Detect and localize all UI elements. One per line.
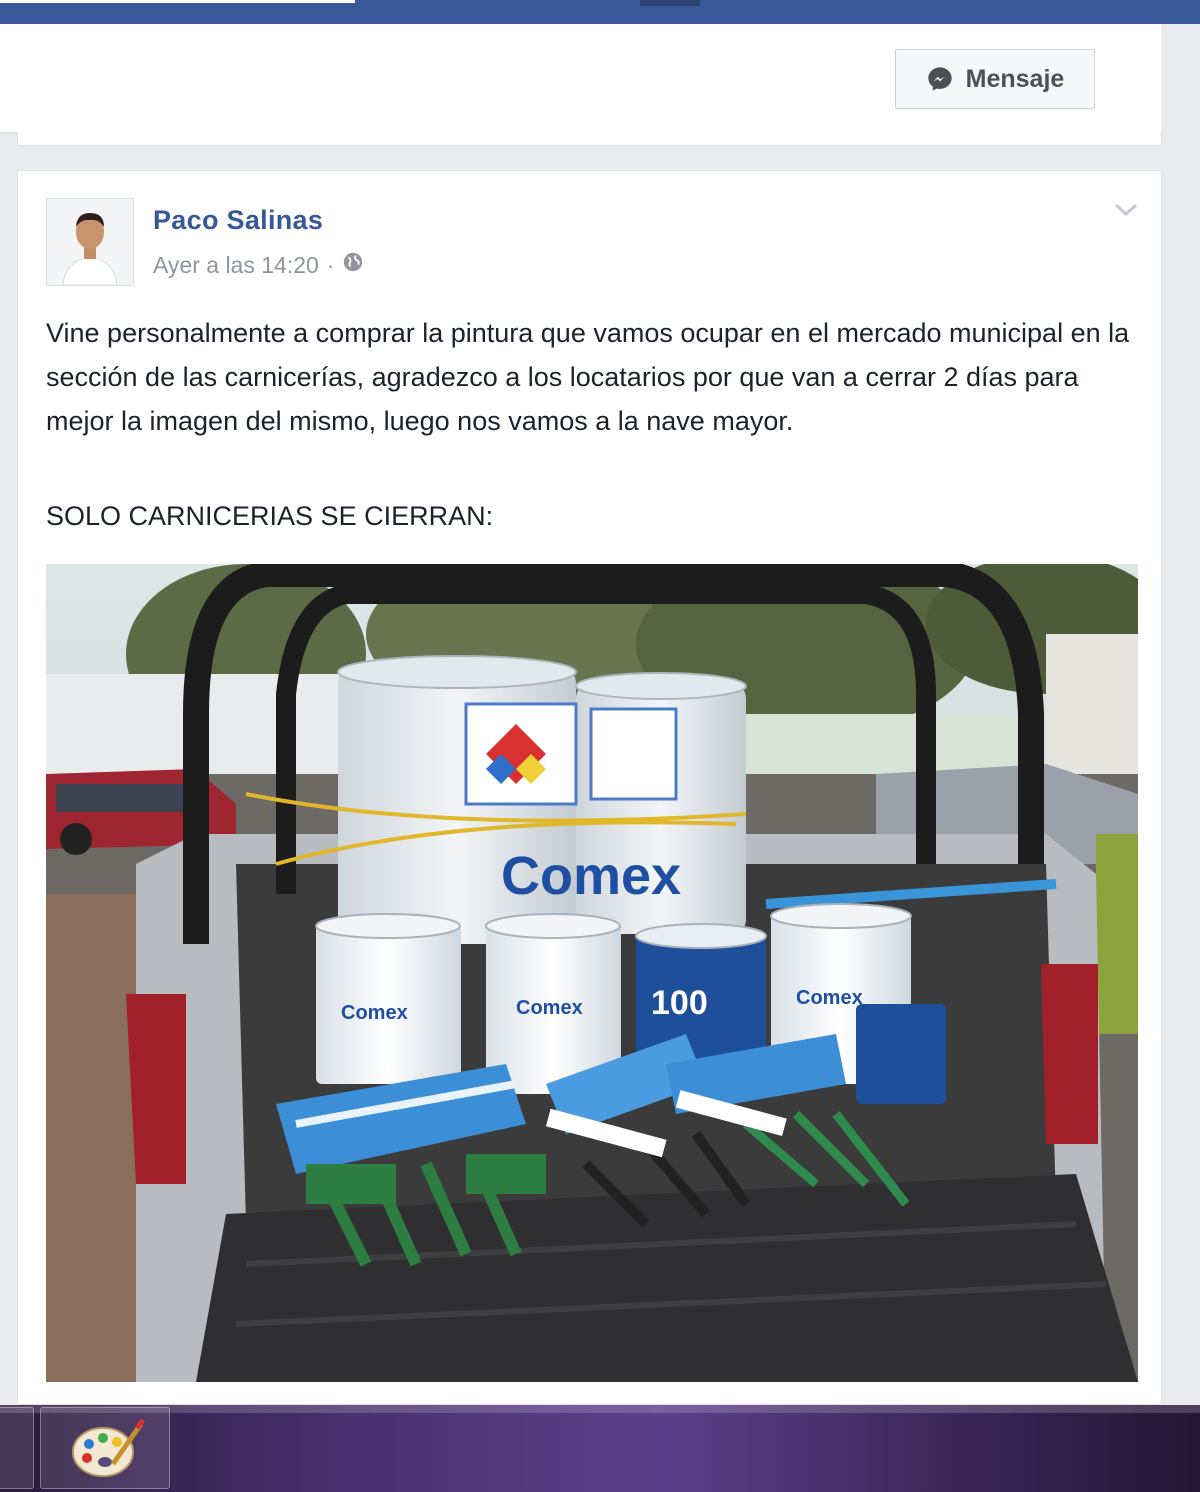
post-photo[interactable]: Comex Comex Comex 100 Comex	[46, 564, 1138, 1382]
taskbar-button-left[interactable]	[0, 1407, 34, 1489]
post-author-name[interactable]: Paco Salinas	[153, 205, 323, 236]
meta-separator: ·	[326, 251, 335, 278]
bucket-product-label: 100	[651, 984, 708, 1022]
message-button-label: Mensaje	[965, 64, 1065, 93]
post-body-text: Vine personalmente a comprar la pintura …	[46, 318, 1130, 436]
author-avatar[interactable]	[46, 198, 134, 286]
profile-card-footer	[17, 132, 1162, 146]
post-timestamp[interactable]: Ayer a las 14:20	[153, 252, 319, 279]
nav-tab-strip	[0, 0, 355, 3]
globe-icon[interactable]	[342, 251, 364, 279]
profile-header-card: Mensaje	[0, 24, 1163, 133]
os-taskbar	[0, 1405, 1200, 1492]
drum-brand-label: Comex	[501, 846, 681, 906]
svg-text:Comex: Comex	[341, 1002, 408, 1024]
message-button[interactable]: Mensaje	[895, 49, 1095, 109]
svg-text:Comex: Comex	[516, 997, 583, 1019]
post-body-subtext: SOLO CARNICERIAS SE CIERRAN:	[46, 501, 494, 531]
messenger-icon	[926, 65, 954, 93]
chevron-down-icon[interactable]	[1113, 201, 1139, 224]
post-card: Paco Salinas Ayer a las 14:20 · Vine per…	[17, 170, 1162, 1405]
top-navigation-bar	[0, 0, 1200, 24]
post-meta: Ayer a las 14:20 ·	[153, 251, 364, 279]
paint-palette-icon	[69, 1418, 145, 1485]
taskbar-button-paint[interactable]	[40, 1407, 170, 1489]
nav-center-mark	[640, 0, 700, 6]
taskbar-shine	[0, 1405, 1200, 1413]
svg-text:Comex: Comex	[796, 987, 863, 1009]
